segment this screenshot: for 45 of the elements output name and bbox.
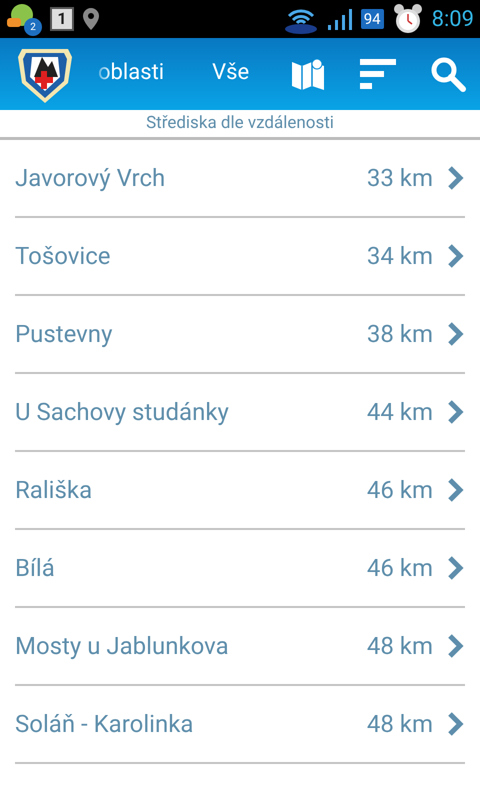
station-row[interactable]: U Sachovy studánky 44 km: [15, 374, 465, 452]
notification-count: 2: [24, 18, 42, 36]
station-row[interactable]: Tošovice 34 km: [15, 218, 465, 296]
station-name: Mosty u Jablunkova: [15, 632, 230, 660]
station-distance: 48 km: [366, 710, 433, 738]
chevron-right-icon: [447, 555, 465, 581]
station-name: Rališka: [15, 476, 94, 504]
battery-level: 94: [360, 9, 384, 29]
station-distance: 46 km: [366, 554, 433, 582]
station-name: U Sachovy studánky: [15, 398, 230, 426]
station-name: Bílá: [15, 554, 56, 582]
station-distance: 33 km: [366, 164, 433, 192]
station-distance: 34 km: [366, 242, 433, 270]
chevron-right-icon: [447, 243, 465, 269]
map-icon[interactable]: [290, 56, 326, 92]
chevron-right-icon: [447, 633, 465, 659]
station-name: Soláň - Karolinka: [15, 710, 194, 738]
chevron-right-icon: [447, 165, 465, 191]
station-distance: 44 km: [366, 398, 433, 426]
clock-time: 8:09: [432, 6, 474, 32]
station-distance: 48 km: [366, 632, 433, 660]
chevron-right-icon: [447, 399, 465, 425]
station-name: Javorový Vrch: [15, 164, 166, 192]
station-row[interactable]: Mosty u Jablunkova 48 km: [15, 608, 465, 686]
list-heading: Střediska dle vzdálenosti: [0, 110, 480, 140]
tab[interactable]: oblasti: [98, 54, 164, 94]
station-name: Pustevny: [15, 320, 114, 348]
tab[interactable]: Vše: [212, 54, 250, 94]
station-distance: 38 km: [366, 320, 433, 348]
station-distance: 46 km: [366, 476, 433, 504]
location-pin-icon: [82, 7, 100, 31]
station-name: Tošovice: [15, 242, 112, 270]
station-row[interactable]: Pustevny 38 km: [15, 296, 465, 374]
alarm-clock-icon: [392, 3, 424, 35]
signal-icon: [326, 7, 353, 31]
sort-icon[interactable]: [360, 59, 396, 89]
station-row[interactable]: Rališka 46 km: [15, 452, 465, 530]
station-row[interactable]: Javorový Vrch 33 km: [15, 140, 465, 218]
calendar-icon: 1: [50, 7, 74, 31]
search-icon[interactable]: [430, 56, 466, 92]
chevron-right-icon: [447, 711, 465, 737]
station-row[interactable]: Bílá 46 km: [15, 530, 465, 608]
chevron-right-icon: [447, 477, 465, 503]
station-row[interactable]: Soláň - Karolinka 48 km: [15, 686, 465, 764]
chevron-right-icon: [447, 321, 465, 347]
